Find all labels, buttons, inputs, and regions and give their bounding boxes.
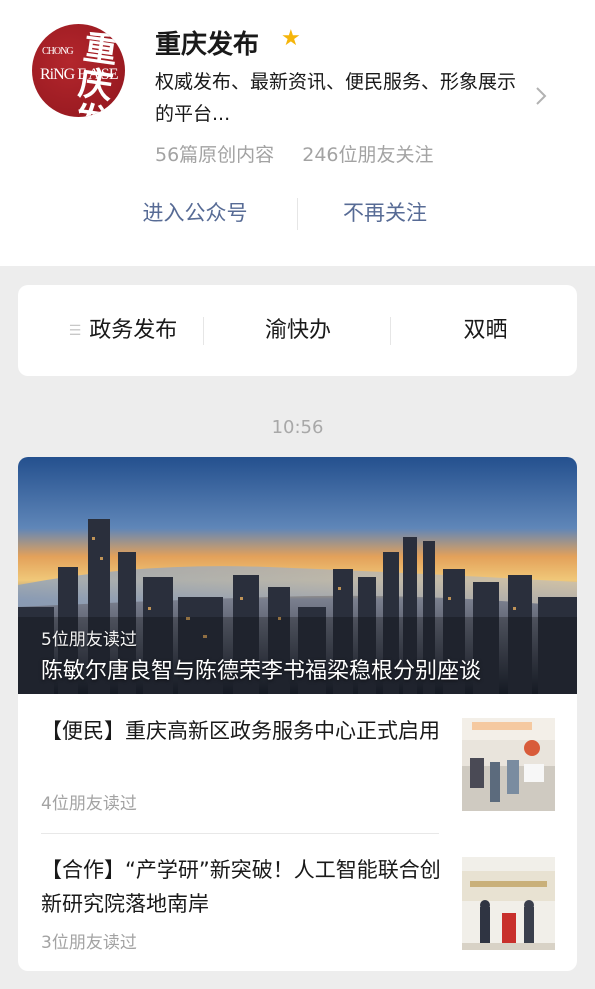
account-stats: 56篇原创内容 246位朋友关注 xyxy=(155,140,456,167)
hero-read-info: 5位朋友读过 xyxy=(41,630,137,650)
hero-article[interactable]: 5位朋友读过 陈敏尔唐良智与陈德荣李书福梁稳根分别座谈 xyxy=(18,457,577,694)
menu-item-label: 政务发布 xyxy=(89,318,178,343)
menu-divider xyxy=(203,317,204,345)
menu-bars-icon: ☰ xyxy=(68,322,82,339)
list-item[interactable]: 【便民】重庆高新区政务服务中心正式启用 4位朋友读过 xyxy=(18,694,577,832)
article-thumbnail xyxy=(462,718,555,811)
star-icon: ★ xyxy=(281,26,301,51)
menu-divider xyxy=(390,317,391,345)
account-profile: CHONG RiNG E A SE 重庆 发布 重庆发布 ★ 权威发布、最新资讯… xyxy=(0,0,595,266)
article-read-info: 3位朋友读过 xyxy=(41,933,137,953)
account-description[interactable]: 权威发布、最新资讯、便民服务、形象展示的平台... xyxy=(155,66,530,130)
follower-count: 246位朋友关注 xyxy=(302,144,434,166)
original-count: 56篇原创内容 xyxy=(155,144,275,166)
account-actions: 进入公众号 不再关注 xyxy=(0,190,595,238)
account-menu: ☰ 政务发布 渝快办 双晒 xyxy=(18,285,577,376)
hero-title: 陈敏尔唐良智与陈德荣李书福梁稳根分别座谈 xyxy=(41,659,482,684)
list-item[interactable]: 【合作】“产学研”新突破！人工智能联合创新研究院落地南岸 3位朋友读过 xyxy=(18,833,577,971)
enter-account-button[interactable]: 进入公众号 xyxy=(110,190,280,238)
unfollow-button[interactable]: 不再关注 xyxy=(300,190,470,238)
account-logo[interactable]: CHONG RiNG E A SE 重庆 发布 xyxy=(32,24,125,117)
chevron-right-icon[interactable] xyxy=(534,84,548,114)
article-read-info: 4位朋友读过 xyxy=(41,794,137,814)
message-timestamp: 10:56 xyxy=(271,417,324,438)
article-title: 【合作】“产学研”新突破！人工智能联合创新研究院落地南岸 xyxy=(41,858,441,916)
menu-item-yukuaiban[interactable]: 渝快办 xyxy=(218,285,378,376)
action-divider xyxy=(297,198,298,230)
menu-item-shuangshai[interactable]: 双晒 xyxy=(403,285,568,376)
article-card: 5位朋友读过 陈敏尔唐良智与陈德荣李书福梁稳根分别座谈 【便民】重庆高新区政务服… xyxy=(18,457,577,971)
account-name: 重庆发布 xyxy=(155,30,260,60)
article-thumbnail xyxy=(462,857,555,950)
menu-item-government[interactable]: ☰ 政务发布 xyxy=(48,285,198,376)
logo-text-top: CHONG xyxy=(42,46,74,57)
article-title: 【便民】重庆高新区政务服务中心正式启用 xyxy=(41,719,440,743)
